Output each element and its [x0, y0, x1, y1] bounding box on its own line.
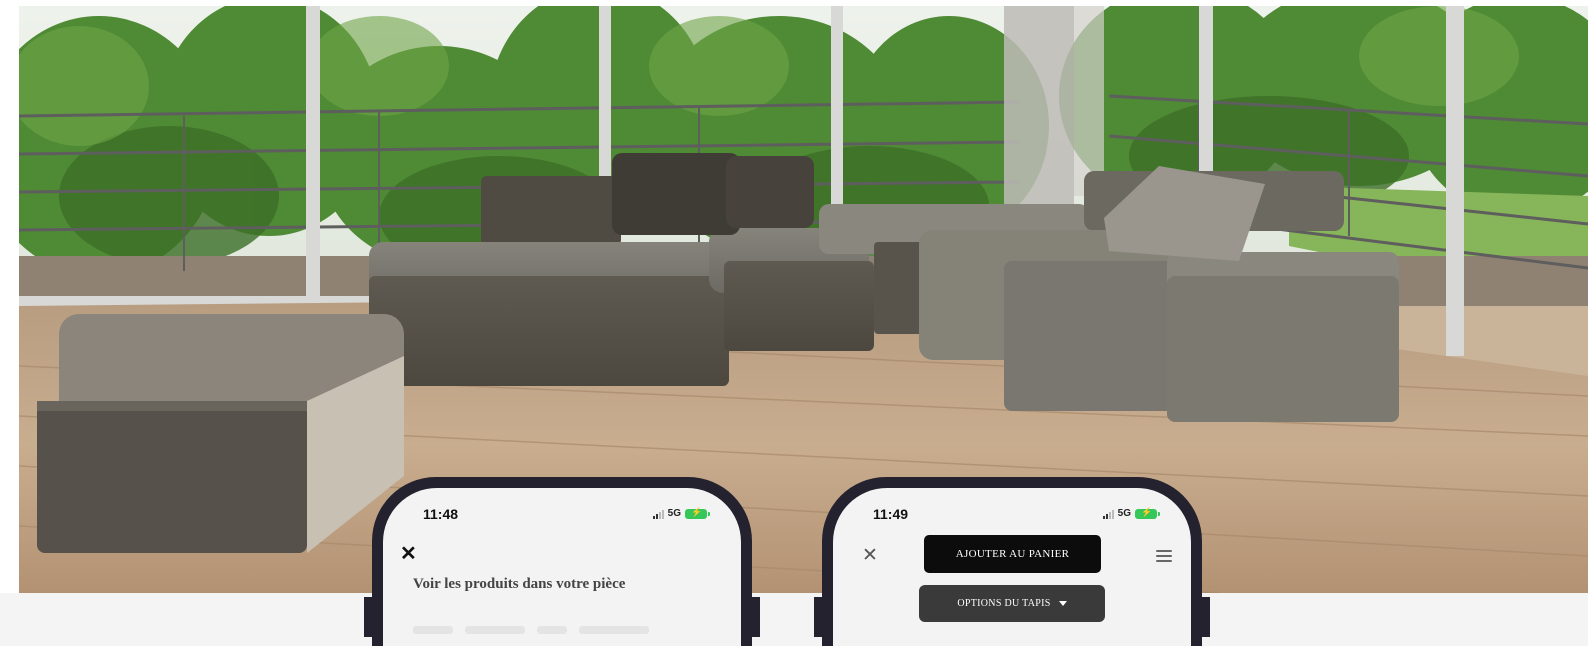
status-time: 11:48	[423, 506, 459, 522]
phone-side-button	[814, 597, 824, 637]
status-indicators: 5G	[652, 507, 710, 519]
network-label: 5G	[1117, 508, 1131, 519]
phone-screen: 11:49 5G ✕ AJOUTER AU PANIER OPTIONS DU …	[833, 488, 1191, 646]
hero-photo	[19, 6, 1588, 593]
status-indicators: 5G	[1102, 507, 1160, 519]
phone-side-button	[364, 597, 374, 637]
status-time: 11:49	[873, 506, 909, 522]
close-icon[interactable]: ✕	[400, 544, 417, 564]
menu-icon[interactable]	[1156, 550, 1172, 562]
phone-screen: 11:48 5G ✕ Voir les produits dans votre …	[383, 488, 741, 646]
phone-mockup-product-options: 11:49 5G ✕ AJOUTER AU PANIER OPTIONS DU …	[814, 477, 1210, 646]
phone-side-button	[1200, 597, 1210, 637]
signal-icon	[652, 509, 664, 519]
content-area	[0, 593, 1588, 646]
battery-icon	[685, 507, 710, 519]
close-icon[interactable]: ✕	[862, 546, 878, 565]
status-bar: 11:48 5G	[383, 506, 741, 526]
chevron-down-icon	[1058, 601, 1067, 606]
phone-side-button	[750, 597, 760, 637]
add-to-cart-button[interactable]: AJOUTER AU PANIER	[924, 535, 1101, 573]
rug-options-label: OPTIONS DU TAPIS	[957, 598, 1051, 609]
product-thumbnails	[413, 626, 711, 634]
phone-mockup-room-view: 11:48 5G ✕ Voir les produits dans votre …	[364, 477, 760, 646]
rug-options-dropdown[interactable]: OPTIONS DU TAPIS	[919, 585, 1105, 622]
battery-icon	[1135, 507, 1160, 519]
network-label: 5G	[667, 508, 681, 519]
status-bar: 11:49 5G	[833, 506, 1191, 526]
page-title: Voir les produits dans votre pièce	[413, 576, 626, 592]
signal-icon	[1102, 509, 1114, 519]
living-room-illustration	[19, 6, 1588, 593]
